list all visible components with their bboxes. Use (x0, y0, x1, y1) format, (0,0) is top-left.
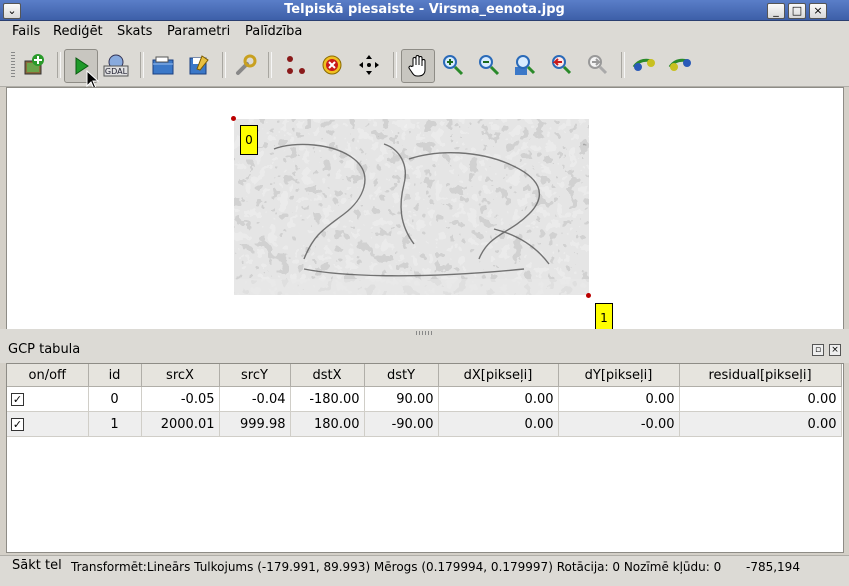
status-start-label: Sākt tel (12, 558, 62, 573)
column-header-dx[interactable]: dX[pikseļi] (438, 364, 559, 387)
menu-skats[interactable]: Skats (117, 24, 152, 39)
map-canvas[interactable]: 0 1 (6, 87, 844, 330)
menu-bar: Fails Rediģēt Skats Parametri Palīdzība (0, 21, 849, 43)
cell-dstx[interactable]: 180.00 (290, 411, 365, 437)
gcp-label-0: 0 (240, 125, 258, 155)
cell-dstx[interactable]: -180.00 (290, 386, 365, 412)
table-header-row: on/off id srcX srcY dstX dstY dX[pikseļi… (7, 364, 842, 387)
gcp-label-1: 1 (595, 303, 613, 329)
raster-image (234, 119, 589, 295)
cell-residual: 0.00 (679, 386, 842, 412)
menu-rediget[interactable]: Rediģēt (53, 24, 103, 39)
cell-dy: -0.00 (558, 411, 680, 437)
column-header-residual[interactable]: residual[pikseļi] (679, 364, 842, 387)
dock-float-button[interactable]: ▫ (812, 344, 824, 356)
gcp-point-1[interactable] (586, 293, 591, 298)
window-title: Telpiskā piesaiste - Virsma_eenota.jpg (284, 2, 565, 17)
zoom-to-layer-icon[interactable] (509, 49, 541, 81)
cell-srcx[interactable]: -0.05 (141, 386, 220, 412)
cell-dsty[interactable]: -90.00 (364, 411, 439, 437)
zoom-out-icon[interactable] (473, 49, 505, 81)
zoom-last-icon[interactable] (545, 49, 577, 81)
cell-srcy[interactable]: -0.04 (219, 386, 291, 412)
gcp-point-0[interactable] (231, 116, 236, 121)
status-coordinates: -785,194 (746, 560, 800, 574)
column-header-dy[interactable]: dY[pikseļi] (558, 364, 680, 387)
row-enabled-checkbox[interactable]: ✓ (11, 417, 24, 431)
cell-srcy[interactable]: 999.98 (219, 411, 291, 437)
delete-point-icon[interactable] (316, 49, 348, 81)
gdal-script-icon[interactable]: GDAL (100, 49, 132, 81)
title-bar: ⌄ Telpiskā piesaiste - Virsma_eenota.jpg… (0, 0, 849, 21)
cell-id: 0 (88, 386, 142, 412)
table-row[interactable]: ✓ 0 -0.05 -0.04 -180.00 90.00 0.00 0.00 … (7, 386, 842, 412)
menu-parametri[interactable]: Parametri (167, 24, 230, 39)
column-header-id[interactable]: id (88, 364, 142, 387)
cell-srcx[interactable]: 2000.01 (141, 411, 220, 437)
column-header-dsty[interactable]: dstY (364, 364, 439, 387)
menu-fails[interactable]: Fails (12, 24, 40, 39)
world-relief-map (234, 119, 589, 295)
settings-icon[interactable] (230, 49, 262, 81)
column-header-srcx[interactable]: srcX (141, 364, 220, 387)
save-gcp-icon[interactable] (183, 49, 215, 81)
open-gcp-icon[interactable] (147, 49, 179, 81)
toolbar: GDAL (0, 43, 849, 90)
dock-close-button[interactable]: × (829, 344, 841, 356)
menu-palidziba[interactable]: Palīdzība (245, 24, 302, 39)
pan-icon[interactable] (401, 49, 435, 83)
cell-residual: 0.00 (679, 411, 842, 437)
move-point-icon[interactable] (353, 49, 385, 81)
link-georef-to-qgis-icon[interactable] (629, 49, 661, 81)
status-bar: Sākt tel Transformēt:Lineārs Tulkojums (… (0, 555, 849, 586)
column-header-srcy[interactable]: srcY (219, 364, 291, 387)
gcp-dock-header: GCP tabula ▫ × (0, 337, 849, 363)
zoom-next-icon[interactable] (581, 49, 613, 81)
cell-dsty[interactable]: 90.00 (364, 386, 439, 412)
cell-dy: 0.00 (558, 386, 680, 412)
cell-id: 1 (88, 411, 142, 437)
svg-text:GDAL: GDAL (105, 67, 128, 76)
column-header-onoff[interactable]: on/off (7, 364, 89, 387)
add-point-icon[interactable] (280, 49, 312, 81)
column-header-dstx[interactable]: dstX (290, 364, 365, 387)
maximize-button[interactable]: □ (788, 3, 806, 19)
link-qgis-to-georef-icon[interactable] (665, 49, 697, 81)
dock-splitter[interactable] (0, 329, 849, 337)
gcp-table: on/off id srcX srcY dstX dstY dX[pikseļi… (6, 363, 844, 553)
status-transform-info: Transformēt:Lineārs Tulkojums (-179.991,… (71, 560, 722, 574)
table-row[interactable]: ✓ 1 2000.01 999.98 180.00 -90.00 0.00 -0… (7, 411, 842, 437)
cell-dx: 0.00 (438, 411, 559, 437)
add-raster-icon[interactable] (18, 49, 50, 81)
cell-dx: 0.00 (438, 386, 559, 412)
close-button[interactable]: × (809, 3, 827, 19)
toolbar-grip[interactable] (11, 52, 15, 78)
dock-title: GCP tabula (8, 342, 81, 357)
zoom-in-icon[interactable] (437, 49, 469, 81)
minimize-button[interactable]: _ (767, 3, 785, 19)
row-enabled-checkbox[interactable]: ✓ (11, 392, 24, 406)
